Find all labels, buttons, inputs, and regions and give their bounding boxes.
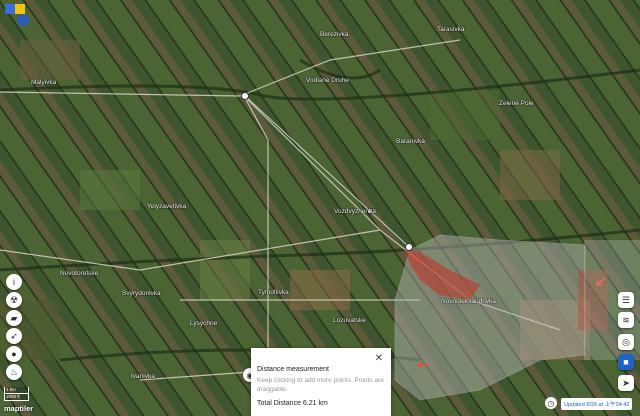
place-label: Tarasivka — [437, 26, 465, 33]
place-label: Novotoretske — [60, 270, 99, 277]
scale-bar: 1 km 3000 ft — [4, 387, 29, 401]
info-icon[interactable]: i — [6, 274, 22, 290]
measurement-point-start — [241, 92, 249, 100]
place-label: Baranivka — [396, 138, 425, 145]
scale-km: 1 km — [4, 387, 29, 394]
navigate-icon[interactable]: ➤ — [618, 375, 634, 391]
scale-ft: 3000 ft — [4, 394, 29, 401]
measurement-point-end — [405, 243, 413, 251]
popup-hint: Keep clicking to add more points. Points… — [257, 377, 384, 393]
target-icon[interactable]: ◎ — [618, 334, 634, 350]
place-label: Vozdvyzhenka — [334, 208, 376, 215]
updated-timestamp[interactable]: Updated 6/26 at 上午04:42 — [561, 398, 633, 410]
place-label: Yelyzavetivka — [147, 203, 187, 210]
filter-icon[interactable]: ≋ — [618, 312, 634, 328]
shell-icon[interactable]: ● — [6, 346, 22, 362]
total-distance: Total Distance 6.21 km — [257, 400, 328, 407]
place-label: Novooleksandrivka — [441, 298, 496, 305]
missile-icon[interactable]: ➶ — [6, 328, 22, 344]
fire-icon[interactable]: ♨ — [6, 364, 22, 380]
close-icon[interactable]: ✕ — [375, 353, 383, 364]
history-icon[interactable]: ◷ — [545, 397, 557, 409]
layers-icon[interactable]: ☰ — [618, 292, 634, 308]
place-label: Vodiane Druhe — [306, 77, 350, 84]
tank-icon[interactable]: ▰ — [6, 310, 22, 326]
place-label: Berezivka — [320, 31, 349, 38]
place-label: Tymofiivka — [258, 289, 289, 296]
place-label: Ivanivka — [131, 373, 155, 380]
maptiler-attribution[interactable]: maptiler — [4, 404, 33, 413]
place-label: Svyrydonivka — [122, 290, 161, 297]
radiation-icon[interactable]: ☢ — [6, 292, 22, 308]
place-label: Zelene Pole — [499, 100, 534, 107]
square-icon[interactable]: ■ — [618, 354, 634, 370]
place-label: Malyivka — [31, 79, 57, 86]
place-label: Lysychne — [190, 320, 218, 327]
popup-title: Distance measurement — [257, 366, 329, 373]
place-label: Lozuvatske — [333, 317, 366, 324]
app-logo — [5, 4, 29, 26]
distance-measurement-popup: ✕ Distance measurement Keep clicking to … — [251, 348, 391, 416]
